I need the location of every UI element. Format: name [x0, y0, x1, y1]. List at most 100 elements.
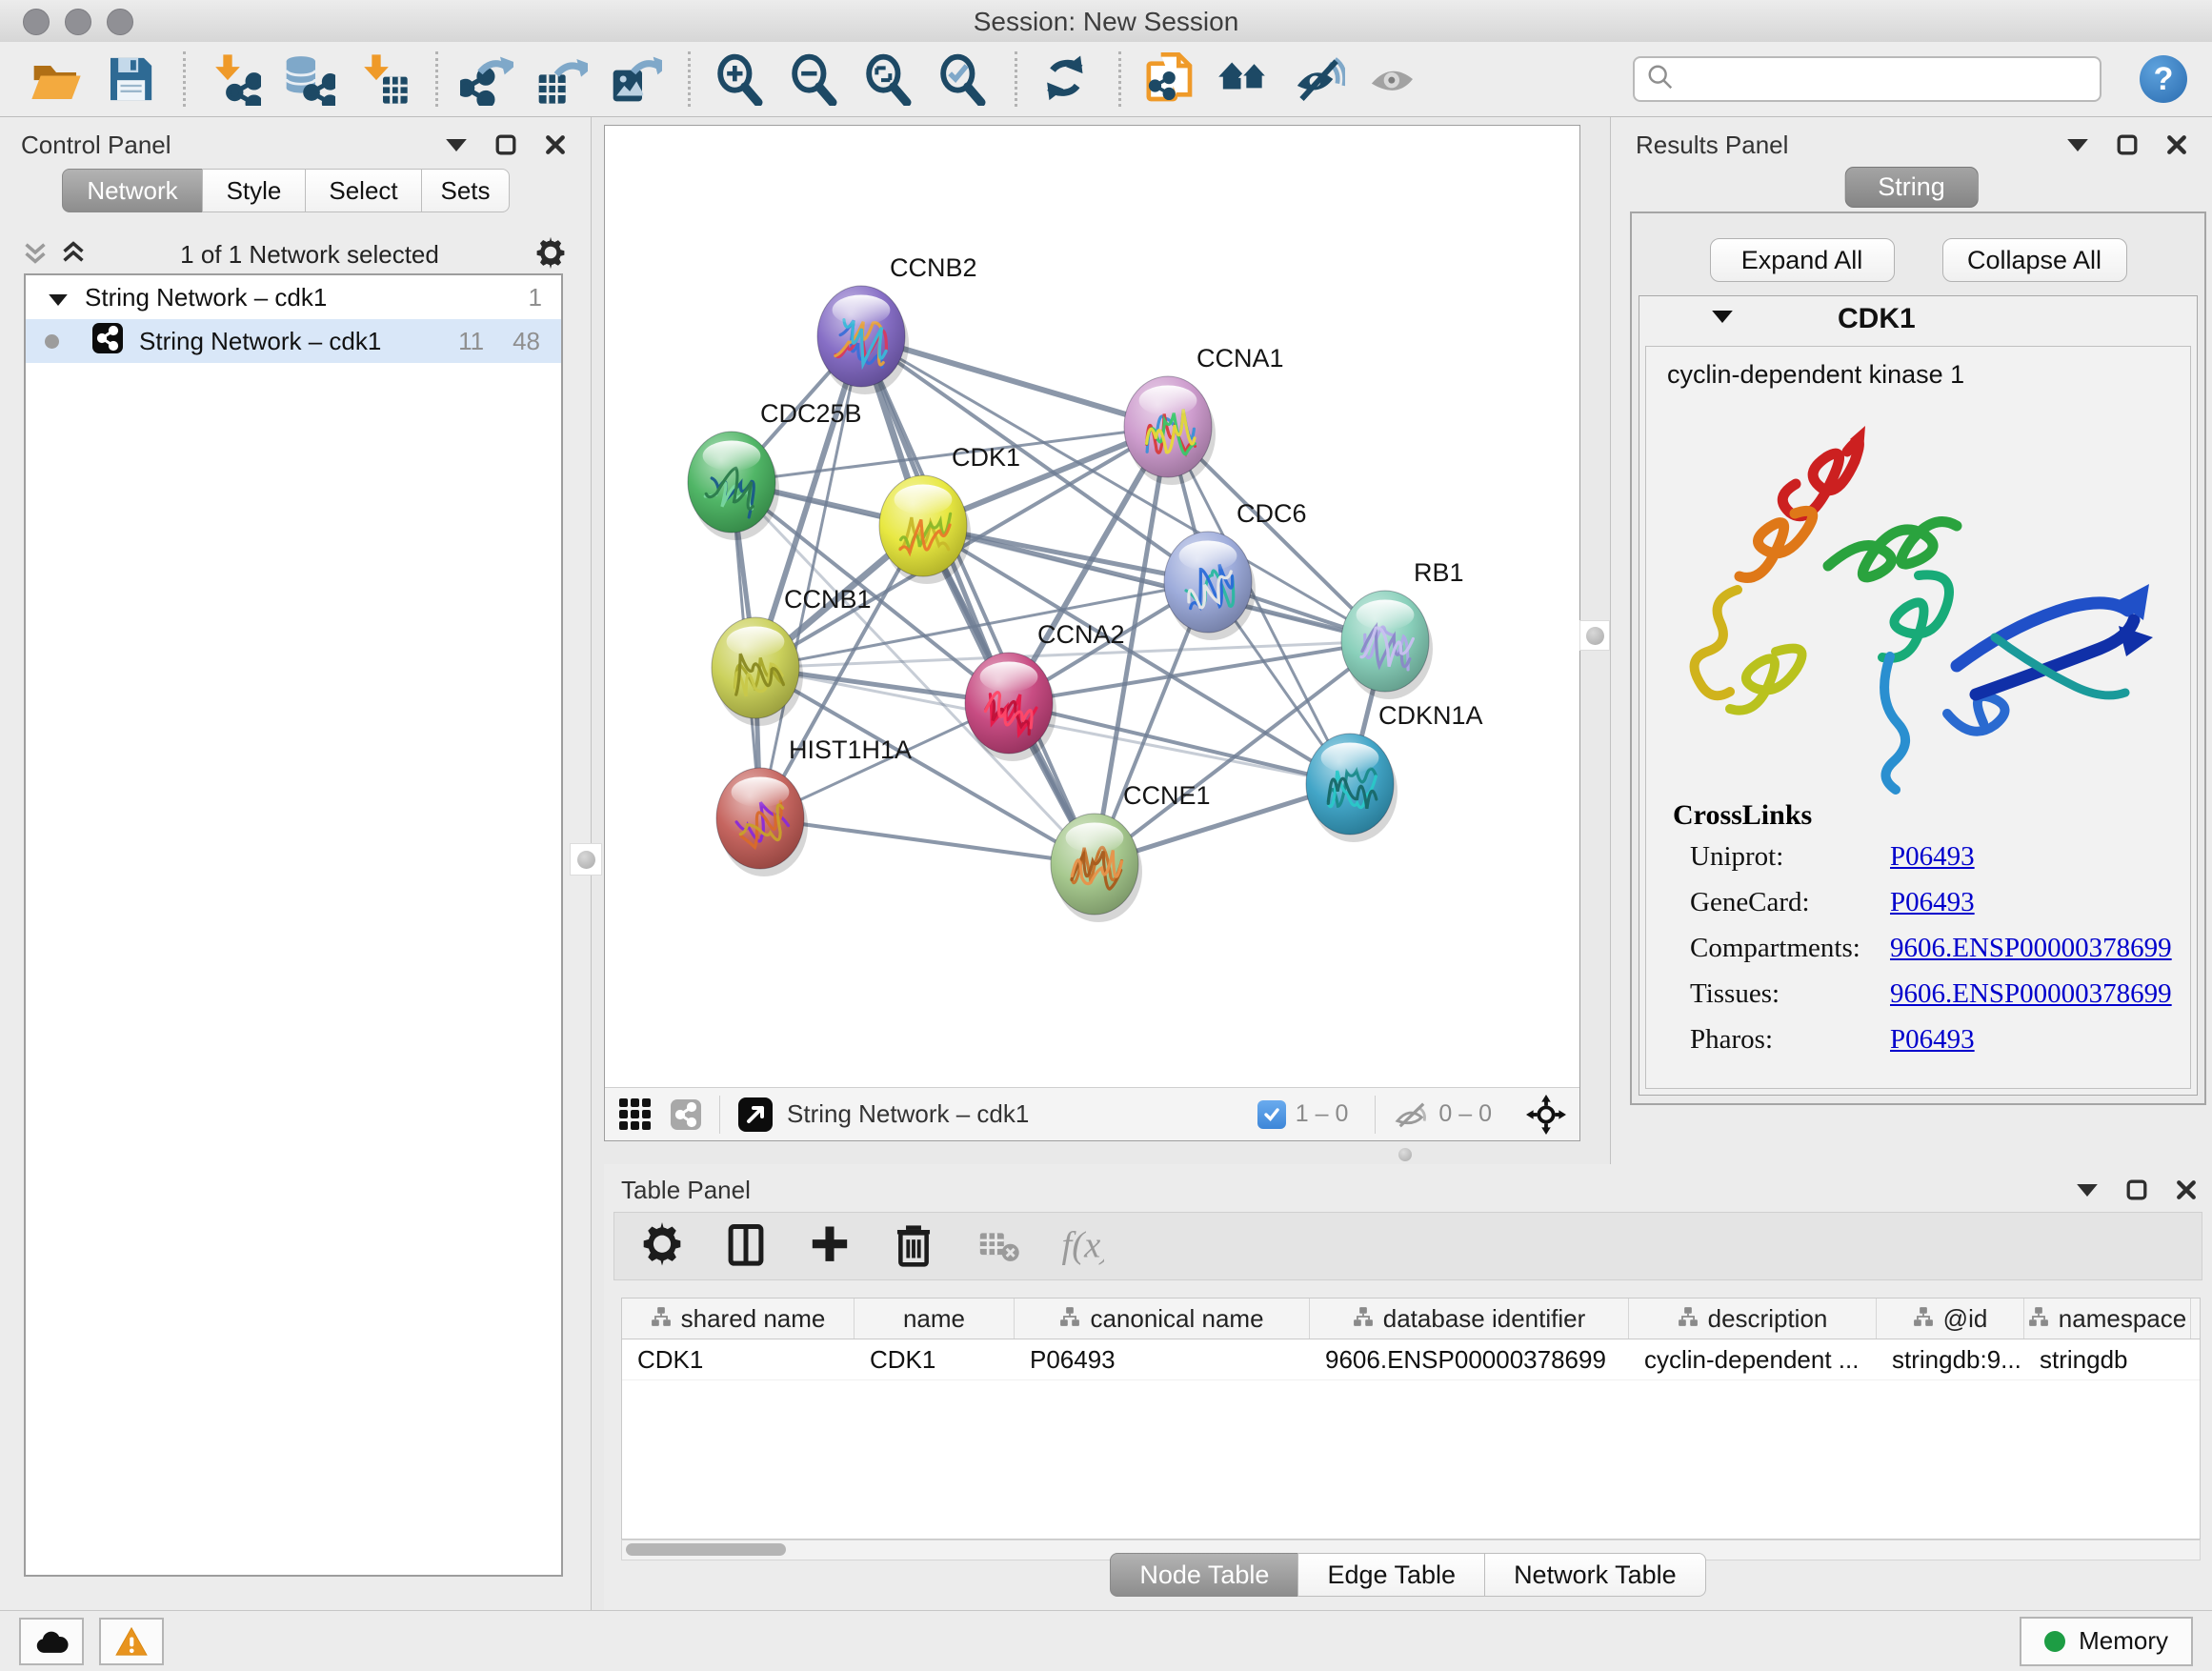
table-collapse-icon[interactable]: [2075, 1178, 2100, 1202]
table-cell[interactable]: P06493: [1015, 1339, 1310, 1379]
results-close-icon[interactable]: [2164, 132, 2189, 157]
network-options-gear-icon[interactable]: [533, 235, 568, 274]
string-results-tab[interactable]: String: [1844, 167, 1979, 208]
tab-select[interactable]: Select: [305, 169, 422, 212]
home-view-icon[interactable]: [1215, 50, 1274, 109]
zoom-fit-icon[interactable]: [858, 50, 917, 109]
crosslink-link[interactable]: P06493: [1890, 887, 1975, 918]
network-canvas[interactable]: CCNB2CCNA1CDC25BCDK1CDC6RB1CCNB1CCNA2CDK…: [605, 126, 1579, 1087]
network-node-label: CDKN1A: [1378, 701, 1483, 730]
network-node-ccne1[interactable]: CCNE1: [1051, 781, 1211, 922]
tree-expand-arrow-icon[interactable]: [49, 283, 68, 312]
table-float-icon[interactable]: [2124, 1178, 2149, 1202]
network-edge[interactable]: [861, 336, 1095, 864]
column-virtual-icon: [1913, 1304, 1934, 1334]
selected-nodes-checkbox[interactable]: [1257, 1100, 1286, 1129]
hide-selection-icon[interactable]: [1289, 50, 1348, 109]
network-node-ccnb1[interactable]: CCNB1: [712, 585, 872, 726]
panel-collapse-icon[interactable]: [444, 132, 469, 157]
delete-column-icon[interactable]: [887, 1219, 940, 1273]
column-header-id[interactable]: @id: [1877, 1299, 2024, 1339]
table-close-icon[interactable]: [2174, 1178, 2199, 1202]
open-in-window-icon[interactable]: [737, 1097, 774, 1133]
crosslink-link[interactable]: 9606.ENSP00000378699: [1890, 978, 2172, 1010]
tab-sets[interactable]: Sets: [421, 169, 510, 212]
zoom-out-icon[interactable]: [784, 50, 843, 109]
open-session-icon[interactable]: [27, 50, 86, 109]
show-all-icon[interactable]: [1363, 50, 1422, 109]
network-node-ccnb2[interactable]: CCNB2: [817, 253, 977, 394]
left-panel-splitter-handle[interactable]: [570, 843, 602, 876]
crosslink-link[interactable]: 9606.ENSP00000378699: [1890, 933, 2172, 964]
search-input[interactable]: [1682, 64, 2100, 95]
refresh-layout-icon[interactable]: [1036, 50, 1096, 109]
column-header-database-identifier[interactable]: database identifier: [1310, 1299, 1629, 1339]
node-table: shared namenamecanonical namedatabase id…: [621, 1298, 2201, 1540]
table-cell[interactable]: stringdb: [2024, 1339, 2191, 1379]
grid-view-icon[interactable]: [618, 1097, 653, 1132]
expand-all-button[interactable]: Expand All: [1710, 238, 1895, 282]
protein-collapse-arrow-icon[interactable]: [1712, 311, 1733, 328]
network-node-cdc6[interactable]: CDC6: [1164, 499, 1307, 640]
network-row[interactable]: String Network – cdk1 11 48: [26, 319, 561, 363]
network-node-ccna2[interactable]: CCNA2: [965, 620, 1125, 761]
split-table-icon[interactable]: [719, 1219, 773, 1273]
network-edge[interactable]: [760, 818, 1095, 864]
table-row[interactable]: CDK1CDK1P064939606.ENSP00000378699cyclin…: [622, 1339, 2200, 1380]
network-share-view-icon[interactable]: [670, 1098, 702, 1131]
expand-all-networks-icon[interactable]: [61, 240, 86, 270]
help-icon[interactable]: ?: [2140, 55, 2187, 103]
table-cell[interactable]: CDK1: [855, 1339, 1015, 1379]
network-node-rb1[interactable]: RB1: [1341, 558, 1464, 699]
column-header-namespace[interactable]: namespace: [2024, 1299, 2191, 1339]
column-header-name[interactable]: name: [855, 1299, 1015, 1339]
tab-network[interactable]: Network: [62, 169, 203, 212]
cloud-icon[interactable]: [19, 1618, 84, 1665]
zoom-selected-icon[interactable]: [933, 50, 992, 109]
panel-float-icon[interactable]: [493, 132, 518, 157]
network-collection-row[interactable]: String Network – cdk1 1: [26, 275, 561, 319]
crosslink-link[interactable]: P06493: [1890, 1024, 1975, 1056]
import-table-icon[interactable]: [353, 50, 412, 109]
tab-edge-table[interactable]: Edge Table: [1297, 1553, 1485, 1597]
table-cell[interactable]: CDK1: [622, 1339, 855, 1379]
import-database-icon[interactable]: [279, 50, 338, 109]
network-collection-label: String Network – cdk1: [85, 283, 327, 312]
export-network-icon[interactable]: [457, 50, 516, 109]
network-node-ccna1[interactable]: CCNA1: [1124, 344, 1284, 485]
table-cell[interactable]: cyclin-dependent ...: [1629, 1339, 1877, 1379]
results-float-icon[interactable]: [2115, 132, 2140, 157]
right-panel-splitter-handle[interactable]: [1579, 620, 1610, 651]
duplicate-network-icon[interactable]: [1140, 50, 1199, 109]
export-table-icon[interactable]: [532, 50, 591, 109]
save-session-icon[interactable]: [101, 50, 160, 109]
memory-button[interactable]: Memory: [2020, 1617, 2193, 1666]
tab-network-table[interactable]: Network Table: [1484, 1553, 1706, 1597]
column-header-shared-name[interactable]: shared name: [622, 1299, 855, 1339]
table-cell[interactable]: stringdb:9...: [1877, 1339, 2024, 1379]
collapse-all-networks-icon[interactable]: [23, 240, 48, 270]
zoom-in-icon[interactable]: [710, 50, 769, 109]
export-image-icon[interactable]: [606, 50, 665, 109]
collapse-all-button[interactable]: Collapse All: [1942, 238, 2127, 282]
tab-node-table[interactable]: Node Table: [1110, 1553, 1298, 1597]
pan-crosshair-icon[interactable]: [1526, 1095, 1566, 1135]
network-node-cdkn1a[interactable]: CDKN1A: [1306, 701, 1483, 842]
import-network-icon[interactable]: [205, 50, 264, 109]
table-settings-icon[interactable]: [635, 1219, 689, 1273]
warning-icon[interactable]: [99, 1618, 164, 1665]
panel-close-icon[interactable]: [543, 132, 568, 157]
network-edge-count: 48: [513, 327, 540, 356]
column-header-description[interactable]: description: [1629, 1299, 1877, 1339]
network-node-hist1h1a[interactable]: HIST1H1A: [716, 735, 912, 876]
results-collapse-icon[interactable]: [2065, 132, 2090, 157]
tab-style[interactable]: Style: [202, 169, 306, 212]
add-column-icon[interactable]: [803, 1219, 856, 1273]
memory-label: Memory: [2079, 1626, 2168, 1656]
table-panel-splitter-handle[interactable]: [1398, 1148, 1412, 1161]
table-cell[interactable]: 9606.ENSP00000378699: [1310, 1339, 1629, 1379]
network-edge[interactable]: [1009, 703, 1350, 784]
crosslink-link[interactable]: P06493: [1890, 841, 1975, 873]
memory-status-dot-icon: [2044, 1631, 2065, 1652]
column-header-canonical-name[interactable]: canonical name: [1015, 1299, 1310, 1339]
